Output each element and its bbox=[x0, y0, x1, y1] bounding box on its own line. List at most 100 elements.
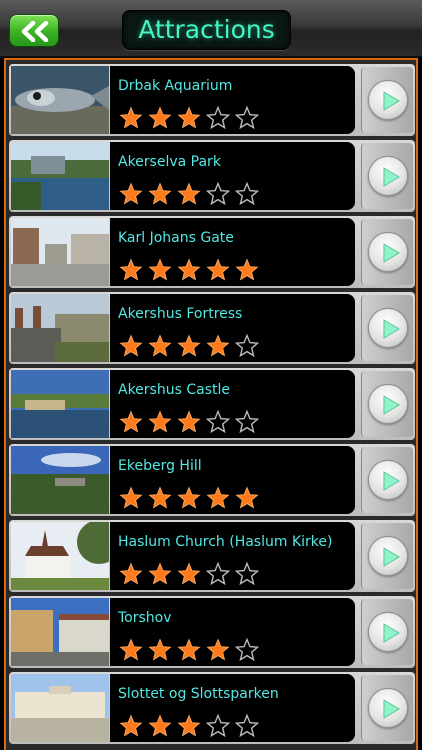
star-empty-icon bbox=[235, 562, 259, 586]
star-empty-icon bbox=[235, 714, 259, 738]
play-arrow-icon bbox=[383, 395, 400, 415]
star-filled-icon bbox=[119, 486, 143, 509]
star-filled-icon bbox=[177, 714, 201, 737]
thumbnail-image bbox=[11, 294, 109, 362]
list-item[interactable]: Haslum Church (Haslum Kirke) bbox=[9, 520, 415, 592]
thumbnail-image bbox=[11, 446, 109, 514]
arrow-circle bbox=[368, 536, 408, 576]
thumbnail-image bbox=[11, 142, 109, 210]
star-filled-icon bbox=[177, 258, 201, 281]
open-detail-button[interactable] bbox=[361, 143, 413, 209]
attraction-info: Drbak Aquarium bbox=[110, 66, 355, 134]
open-detail-button[interactable] bbox=[361, 523, 413, 589]
thumbnail-image bbox=[11, 522, 109, 590]
arrow-circle bbox=[368, 384, 408, 424]
star-filled-icon bbox=[148, 562, 172, 585]
thumbnail-image bbox=[11, 598, 109, 666]
star-empty-icon bbox=[206, 410, 230, 434]
star-filled-icon bbox=[119, 410, 143, 433]
star-filled-icon bbox=[119, 562, 143, 585]
star-empty-icon bbox=[235, 334, 259, 358]
star-filled-icon bbox=[235, 258, 259, 281]
star-filled-icon bbox=[206, 258, 230, 281]
list-item[interactable]: Ekeberg Hill bbox=[9, 444, 415, 516]
star-filled-icon bbox=[177, 410, 201, 433]
open-detail-button[interactable] bbox=[361, 67, 413, 133]
star-filled-icon bbox=[206, 334, 230, 357]
thumbnail-image bbox=[11, 370, 109, 438]
arrow-circle bbox=[368, 612, 408, 652]
attraction-info: Akershus Fortress bbox=[110, 294, 355, 362]
list-item[interactable]: Akershus Castle bbox=[9, 368, 415, 440]
star-filled-icon bbox=[148, 410, 172, 433]
star-empty-icon bbox=[235, 106, 259, 130]
star-filled-icon bbox=[177, 106, 201, 129]
star-filled-icon bbox=[119, 638, 143, 661]
play-arrow-icon bbox=[383, 699, 400, 719]
star-filled-icon bbox=[148, 258, 172, 281]
attraction-name: Karl Johans Gate bbox=[118, 230, 234, 246]
double-chevron-left-icon bbox=[21, 21, 49, 42]
list-item[interactable]: Akerselva Park bbox=[9, 140, 415, 212]
attraction-name: Haslum Church (Haslum Kirke) bbox=[118, 534, 333, 550]
attraction-name: Drbak Aquarium bbox=[118, 78, 233, 94]
attraction-info: Karl Johans Gate bbox=[110, 218, 355, 286]
play-arrow-icon bbox=[383, 319, 400, 339]
open-detail-button[interactable] bbox=[361, 447, 413, 513]
list-item[interactable]: Akershus Fortress bbox=[9, 292, 415, 364]
arrow-circle bbox=[368, 308, 408, 348]
open-detail-button[interactable] bbox=[361, 599, 413, 665]
star-filled-icon bbox=[148, 334, 172, 357]
star-empty-icon bbox=[235, 410, 259, 434]
star-filled-icon bbox=[235, 486, 259, 509]
star-empty-icon bbox=[235, 638, 259, 662]
star-filled-icon bbox=[119, 714, 143, 737]
open-detail-button[interactable] bbox=[361, 675, 413, 741]
star-empty-icon bbox=[235, 182, 259, 206]
attraction-name: Torshov bbox=[118, 610, 172, 626]
list-item[interactable]: Karl Johans Gate bbox=[9, 216, 415, 288]
attraction-name: Slottet og Slottsparken bbox=[118, 686, 279, 702]
list-item[interactable]: Slottet og Slottsparken bbox=[9, 672, 415, 744]
list-item[interactable]: Drbak Aquarium bbox=[9, 64, 415, 136]
back-button[interactable] bbox=[9, 14, 59, 47]
star-filled-icon bbox=[148, 182, 172, 205]
thumbnail-image bbox=[11, 218, 109, 286]
attraction-info: Slottet og Slottsparken bbox=[110, 674, 355, 742]
star-filled-icon bbox=[148, 638, 172, 661]
arrow-circle bbox=[368, 232, 408, 272]
star-filled-icon bbox=[119, 182, 143, 205]
star-filled-icon bbox=[177, 638, 201, 661]
play-arrow-icon bbox=[383, 471, 400, 491]
star-filled-icon bbox=[206, 638, 230, 661]
open-detail-button[interactable] bbox=[361, 295, 413, 361]
star-filled-icon bbox=[177, 334, 201, 357]
play-arrow-icon bbox=[383, 91, 400, 111]
attraction-info: Akershus Castle bbox=[110, 370, 355, 438]
arrow-circle bbox=[368, 156, 408, 196]
arrow-circle bbox=[368, 460, 408, 500]
star-empty-icon bbox=[206, 106, 230, 130]
attraction-info: Ekeberg Hill bbox=[110, 446, 355, 514]
play-arrow-icon bbox=[383, 547, 400, 567]
thumbnail-image bbox=[11, 674, 109, 742]
star-empty-icon bbox=[206, 562, 230, 586]
star-filled-icon bbox=[177, 562, 201, 585]
attraction-info: Haslum Church (Haslum Kirke) bbox=[110, 522, 355, 590]
star-filled-icon bbox=[177, 486, 201, 509]
play-arrow-icon bbox=[383, 167, 400, 187]
star-filled-icon bbox=[119, 334, 143, 357]
star-filled-icon bbox=[119, 106, 143, 129]
star-filled-icon bbox=[148, 106, 172, 129]
attractions-list[interactable]: Drbak Aquarium Akerselva Park Karl Johan… bbox=[4, 58, 418, 750]
top-bar: Attractions bbox=[0, 0, 422, 58]
play-arrow-icon bbox=[383, 623, 400, 643]
open-detail-button[interactable] bbox=[361, 219, 413, 285]
arrow-circle bbox=[368, 80, 408, 120]
attraction-name: Akershus Fortress bbox=[118, 306, 243, 322]
star-filled-icon bbox=[177, 182, 201, 205]
list-item[interactable]: Torshov bbox=[9, 596, 415, 668]
star-filled-icon bbox=[206, 486, 230, 509]
open-detail-button[interactable] bbox=[361, 371, 413, 437]
star-empty-icon bbox=[206, 182, 230, 206]
